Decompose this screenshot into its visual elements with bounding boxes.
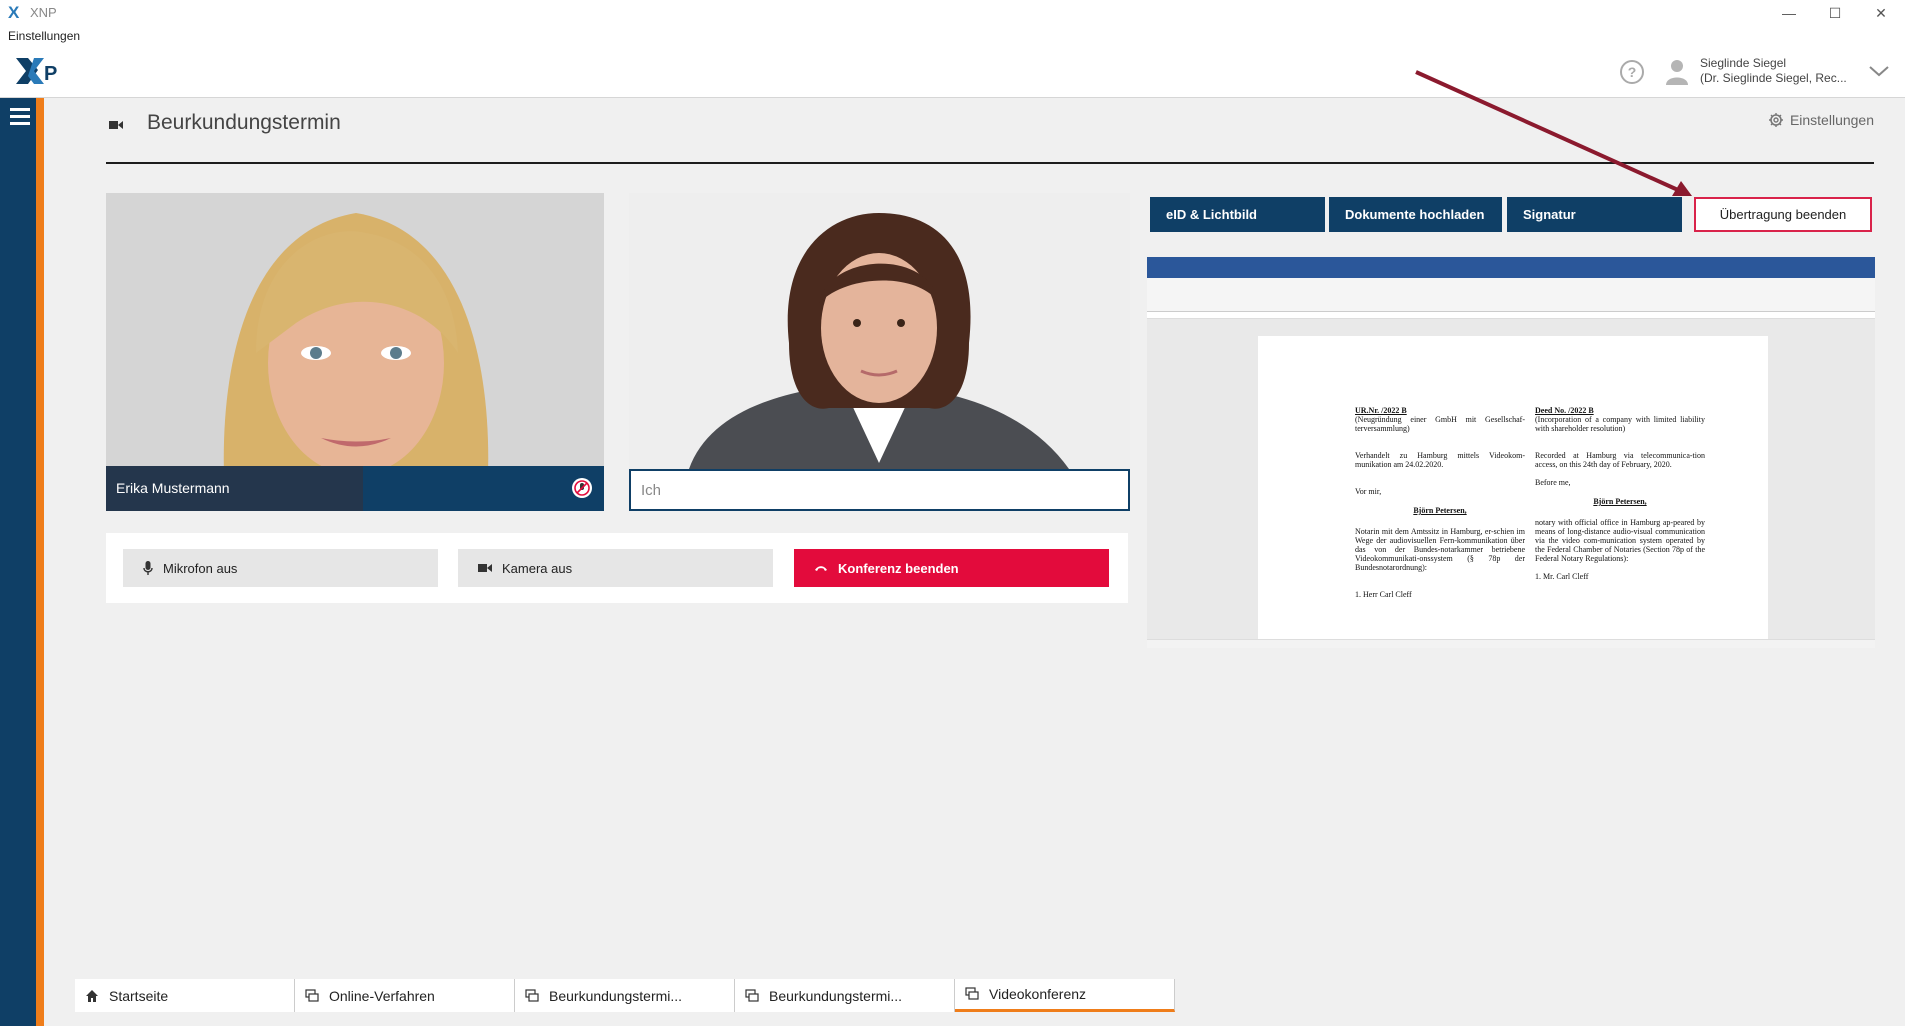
stop-transmission-button[interactable]: Übertragung beenden: [1694, 197, 1872, 232]
menu-bar: Einstellungen: [0, 26, 1905, 48]
tab-videokonferenz[interactable]: Videokonferenz: [955, 979, 1175, 1012]
menu-einstellungen[interactable]: Einstellungen: [8, 29, 80, 43]
chat-icon: [525, 988, 539, 1002]
maximize-button[interactable]: ☐: [1812, 0, 1858, 26]
shared-screen-preview: UR.Nr. /2022 B (Neugründung einer GmbH m…: [1147, 257, 1875, 648]
disable-camera-label: Kamera aus: [502, 560, 573, 576]
word-ruler: [1147, 312, 1875, 319]
signature-button[interactable]: Signatur: [1507, 197, 1682, 232]
mute-microphone-button[interactable]: Mikrofon aus: [123, 549, 438, 587]
doc-left-p4: 1. Herr Carl Cleff: [1355, 590, 1412, 599]
page-title: Beurkundungstermin: [147, 111, 341, 134]
minimize-button[interactable]: —: [1766, 0, 1812, 26]
chevron-down-icon[interactable]: [1868, 62, 1890, 80]
doc-left-heading: UR.Nr. /2022 B: [1355, 406, 1407, 415]
tab-label: Startseite: [109, 987, 169, 1004]
tab-beurkundungstermin-2[interactable]: Beurkundungstermi...: [735, 979, 955, 1012]
window-title: XNP: [30, 5, 57, 20]
sidebar: [0, 98, 44, 1026]
doc-left-p1: Verhandelt zu Hamburg mittels Videokom-m…: [1355, 451, 1525, 469]
tab-beurkundungstermin-1[interactable]: Beurkundungstermi...: [515, 979, 735, 1012]
participant-1-nameplate: Erika Mustermann: [106, 466, 604, 511]
doc-right-notary: Björn Petersen,: [1593, 497, 1647, 506]
svg-text:P: P: [44, 63, 57, 85]
participant-video-1: Erika Mustermann: [106, 193, 604, 511]
participant-2-name: Ich: [641, 482, 662, 499]
app-header: P ? Sieglinde Siegel (Dr. Sieglinde Sieg…: [0, 48, 1905, 98]
participant-1-name: Erika Mustermann: [116, 480, 230, 496]
user-avatar-icon: [1666, 60, 1688, 85]
doc-right-p4: 1. Mr. Carl Cleff: [1535, 572, 1589, 581]
end-conference-label: Konferenz beenden: [838, 560, 959, 576]
doc-right-p2: Before me,: [1535, 478, 1571, 487]
tab-label: Videokonferenz: [989, 986, 1087, 1002]
settings-link[interactable]: Einstellungen: [1768, 112, 1874, 128]
app-icon: X: [8, 3, 20, 22]
doc-right-p3: notary with official office in Hamburg a…: [1535, 518, 1705, 563]
chat-icon: [305, 988, 319, 1002]
doc-right-heading: Deed No. /2022 B: [1535, 406, 1594, 415]
hang-up-icon: [815, 566, 827, 571]
eid-photo-button[interactable]: eID & Lichtbild: [1150, 197, 1325, 232]
upload-documents-button[interactable]: Dokumente hochladen: [1329, 197, 1502, 232]
window-titlebar: X XNP — ☐ ✕: [0, 0, 1905, 26]
doc-left-column: UR.Nr. /2022 B (Neugründung einer GmbH m…: [1355, 406, 1525, 599]
user-name: Sieglinde Siegel: [1700, 56, 1787, 70]
page-header: Beurkundungstermin Einstellungen: [106, 108, 1874, 164]
tab-label: Beurkundungstermi...: [769, 987, 903, 1004]
document-page: UR.Nr. /2022 B (Neugründung einer GmbH m…: [1258, 336, 1768, 641]
word-statusbar: [1147, 639, 1875, 648]
settings-label: Einstellungen: [1789, 112, 1874, 128]
word-ribbon: [1147, 278, 1875, 312]
doc-right-p1: Recorded at Hamburg via telecommunica-ti…: [1535, 451, 1705, 469]
video-camera-icon: [109, 121, 123, 129]
doc-right-sub: (Incorporation of a company with limited…: [1535, 415, 1705, 433]
participant-2-nameplate: Ich: [629, 469, 1130, 511]
doc-right-column: Deed No. /2022 B (Incorporation of a com…: [1535, 406, 1705, 581]
user-info[interactable]: Sieglinde Siegel (Dr. Sieglinde Siegel, …: [1700, 56, 1847, 86]
gear-icon: [1768, 113, 1783, 127]
mute-microphone-label: Mikrofon aus: [163, 560, 238, 576]
tab-startseite[interactable]: Startseite: [75, 979, 295, 1012]
doc-left-notary: Björn Petersen,: [1413, 506, 1467, 515]
help-icon[interactable]: ?: [1620, 60, 1644, 84]
home-icon: [86, 989, 98, 1002]
chat-icon: [745, 988, 759, 1002]
menu-icon[interactable]: [10, 108, 30, 126]
xnp-logo: P: [16, 58, 57, 85]
bottom-tab-bar: Startseite Online-Verfahren Beurkundungs…: [75, 979, 1905, 1012]
doc-left-p2: Vor mir,: [1355, 487, 1382, 496]
word-ribbon-tabs: [1147, 269, 1875, 278]
participant-2-image: [629, 193, 1130, 469]
participant-video-2: [629, 193, 1130, 511]
end-conference-button[interactable]: Konferenz beenden: [794, 549, 1109, 587]
user-detail: (Dr. Sieglinde Siegel, Rec...: [1700, 71, 1847, 85]
video-camera-icon: [478, 564, 492, 572]
mic-muted-icon: [572, 478, 592, 498]
disable-camera-button[interactable]: Kamera aus: [458, 549, 773, 587]
doc-left-p3: Notarin mit dem Amtssitz in Hamburg, er-…: [1355, 527, 1525, 572]
chat-icon: [965, 987, 979, 1000]
word-titlebar: [1147, 257, 1875, 269]
microphone-icon: [143, 561, 153, 575]
close-button[interactable]: ✕: [1858, 0, 1904, 26]
tab-online-verfahren[interactable]: Online-Verfahren: [295, 979, 515, 1012]
tab-label: Beurkundungstermi...: [549, 987, 683, 1004]
sidebar-accent: [36, 98, 44, 1026]
tab-label: Online-Verfahren: [329, 987, 435, 1004]
doc-left-sub: (Neugründung einer GmbH mit Gesellschaf-…: [1355, 415, 1525, 433]
participant-1-image: [106, 193, 604, 511]
conference-controls: Mikrofon aus Kamera aus Konferenz beende…: [106, 533, 1128, 603]
